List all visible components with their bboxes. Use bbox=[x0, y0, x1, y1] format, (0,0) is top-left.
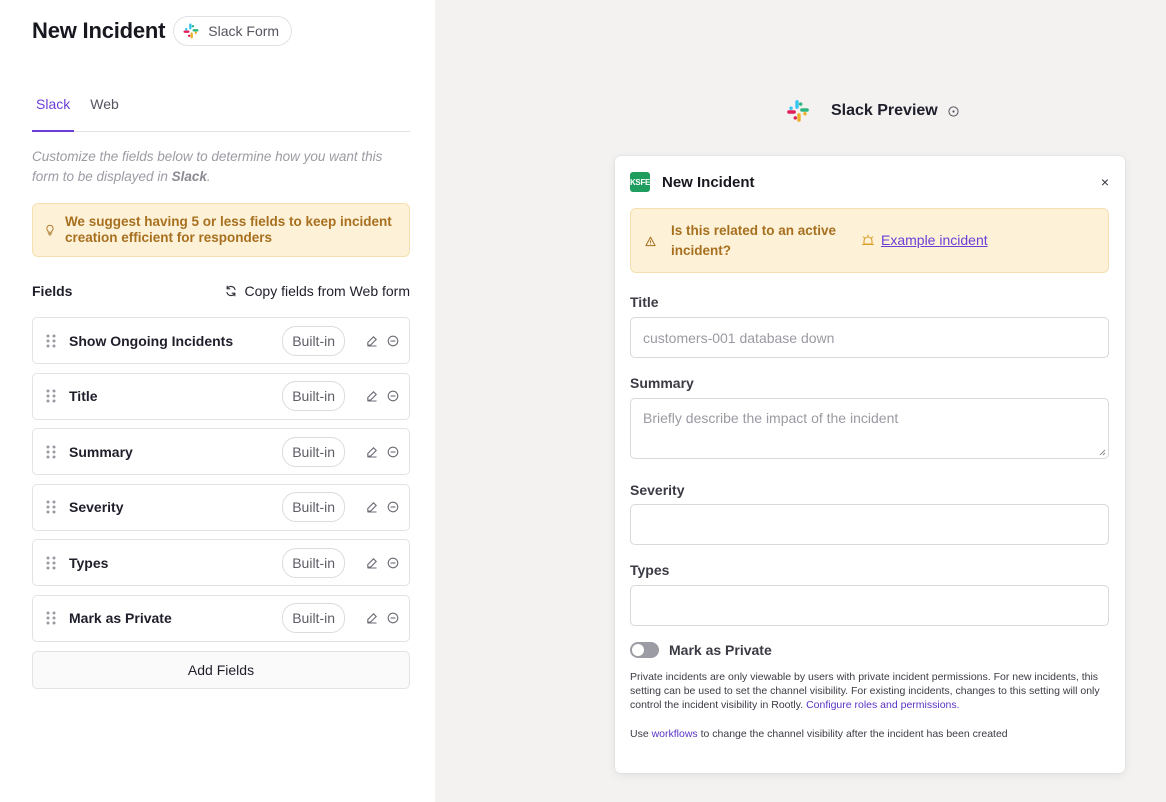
suggestion-text: We suggest having 5 or less fields to ke… bbox=[64, 214, 392, 245]
preview-title: Slack Preview bbox=[831, 102, 938, 119]
field-name: Severity bbox=[69, 499, 124, 516]
built-in-badge: Built-in bbox=[282, 381, 345, 412]
example-incident-link[interactable]: Example incident bbox=[881, 232, 988, 248]
workflow-note: Use workflows to change the channel visi… bbox=[630, 728, 1008, 740]
example-incident: Example incident bbox=[861, 232, 988, 248]
severity-label: Severity bbox=[630, 482, 685, 498]
types-label: Types bbox=[630, 562, 670, 578]
field-row-title[interactable]: Title Built-in bbox=[32, 372, 410, 420]
edit-icon[interactable] bbox=[366, 390, 378, 402]
field-name: Title bbox=[69, 388, 98, 405]
drag-handle-icon[interactable] bbox=[45, 499, 57, 515]
remove-icon[interactable] bbox=[387, 501, 399, 513]
built-in-badge: Built-in bbox=[282, 603, 345, 634]
suggestion-banner: We suggest having 5 or less fields to ke… bbox=[32, 203, 410, 257]
title-placeholder: customers-001 database down bbox=[643, 329, 835, 346]
page-title: New Incident bbox=[32, 18, 166, 43]
slack-logo-icon bbox=[183, 23, 199, 39]
fields-header: Fields Copy fields from Web form bbox=[32, 283, 410, 299]
drag-handle-icon[interactable] bbox=[45, 555, 57, 571]
fields-label: Fields bbox=[32, 283, 73, 299]
close-icon[interactable]: × bbox=[1101, 174, 1109, 190]
workflows-link[interactable]: workflows bbox=[652, 728, 698, 740]
app-icon: KSFE bbox=[630, 172, 650, 192]
form-type-label: Slack Form bbox=[208, 23, 280, 39]
form-type-pill: Slack Form bbox=[173, 16, 293, 46]
active-incident-alert: Is this related to an active incident? E… bbox=[630, 208, 1109, 273]
types-select[interactable] bbox=[630, 585, 1109, 626]
refresh-icon bbox=[225, 285, 236, 297]
remove-icon[interactable] bbox=[387, 612, 399, 624]
field-name: Types bbox=[69, 554, 109, 571]
field-name: Show Ongoing Incidents bbox=[69, 332, 234, 349]
form-tabs: Slack Web bbox=[32, 90, 410, 132]
form-description: Customize the fields below to determine … bbox=[32, 149, 383, 184]
edit-icon[interactable] bbox=[366, 446, 378, 458]
drag-handle-icon[interactable] bbox=[45, 388, 57, 404]
remove-icon[interactable] bbox=[387, 390, 399, 402]
alert-question: Is this related to an active incident? bbox=[671, 223, 837, 258]
slack-logo-icon bbox=[787, 100, 809, 122]
remove-icon[interactable] bbox=[387, 335, 399, 347]
edit-icon[interactable] bbox=[366, 335, 378, 347]
remove-icon[interactable] bbox=[387, 446, 399, 458]
resize-handle-icon[interactable] bbox=[1098, 448, 1106, 456]
severity-select[interactable] bbox=[630, 504, 1109, 545]
edit-icon[interactable] bbox=[366, 612, 378, 625]
field-row-mark-as-private[interactable]: Mark as Private Built-in bbox=[32, 594, 410, 642]
modal-header: KSFE New Incident × bbox=[630, 172, 1109, 192]
private-note: Private incidents are only viewable by u… bbox=[630, 671, 1100, 711]
configure-roles-link[interactable]: Configure roles and permissions. bbox=[806, 699, 960, 711]
built-in-badge: Built-in bbox=[282, 436, 345, 467]
field-row-show-ongoing-incidents[interactable]: Show Ongoing Incidents Built-in bbox=[32, 317, 410, 364]
field-row-summary[interactable]: Summary Built-in bbox=[32, 428, 410, 476]
edit-icon[interactable] bbox=[366, 501, 378, 513]
drag-handle-icon[interactable] bbox=[45, 444, 57, 460]
built-in-badge: Built-in bbox=[282, 325, 345, 356]
summary-placeholder: Briefly describe the impact of the incid… bbox=[643, 410, 899, 426]
title-input[interactable]: customers-001 database down bbox=[630, 317, 1109, 358]
lightbulb-icon bbox=[46, 224, 54, 236]
tab-web[interactable]: Web bbox=[86, 90, 123, 132]
remove-icon[interactable] bbox=[387, 557, 399, 569]
field-row-severity[interactable]: Severity Built-in bbox=[32, 483, 410, 531]
add-fields-button[interactable]: Add Fields bbox=[32, 651, 410, 689]
slack-preview-panel: Slack Preview KSFE New Incident × Is thi… bbox=[435, 0, 1166, 802]
field-name: Mark as Private bbox=[69, 610, 172, 627]
field-row-types[interactable]: Types Built-in bbox=[32, 539, 410, 587]
private-toggle-row: Mark as Private bbox=[630, 642, 772, 658]
title-label: Title bbox=[630, 294, 659, 310]
summary-label: Summary bbox=[630, 375, 694, 391]
warning-icon bbox=[645, 236, 656, 247]
private-toggle[interactable] bbox=[630, 642, 659, 658]
built-in-badge: Built-in bbox=[282, 492, 345, 523]
slack-modal: KSFE New Incident × Is this related to a… bbox=[615, 156, 1125, 773]
page-header: New Incident Slack Form bbox=[32, 16, 293, 46]
siren-icon bbox=[861, 234, 875, 246]
drag-handle-icon[interactable] bbox=[45, 610, 57, 626]
tab-slack[interactable]: Slack bbox=[32, 90, 75, 132]
field-name: Summary bbox=[69, 443, 133, 460]
private-label: Mark as Private bbox=[669, 642, 772, 658]
preview-header: Slack Preview bbox=[785, 98, 959, 124]
built-in-badge: Built-in bbox=[282, 547, 345, 578]
info-icon[interactable] bbox=[948, 105, 959, 117]
modal-title: New Incident bbox=[662, 173, 755, 191]
edit-icon[interactable] bbox=[366, 557, 378, 569]
copy-fields-button[interactable]: Copy fields from Web form bbox=[225, 283, 410, 299]
fields-list: Show Ongoing Incidents Built-in Title Bu… bbox=[32, 317, 410, 651]
summary-textarea[interactable]: Briefly describe the impact of the incid… bbox=[630, 398, 1109, 459]
form-editor-panel: New Incident Slack Form Slack Web Custom… bbox=[0, 0, 435, 802]
drag-handle-icon[interactable] bbox=[45, 333, 57, 349]
copy-fields-label: Copy fields from Web form bbox=[244, 283, 410, 299]
